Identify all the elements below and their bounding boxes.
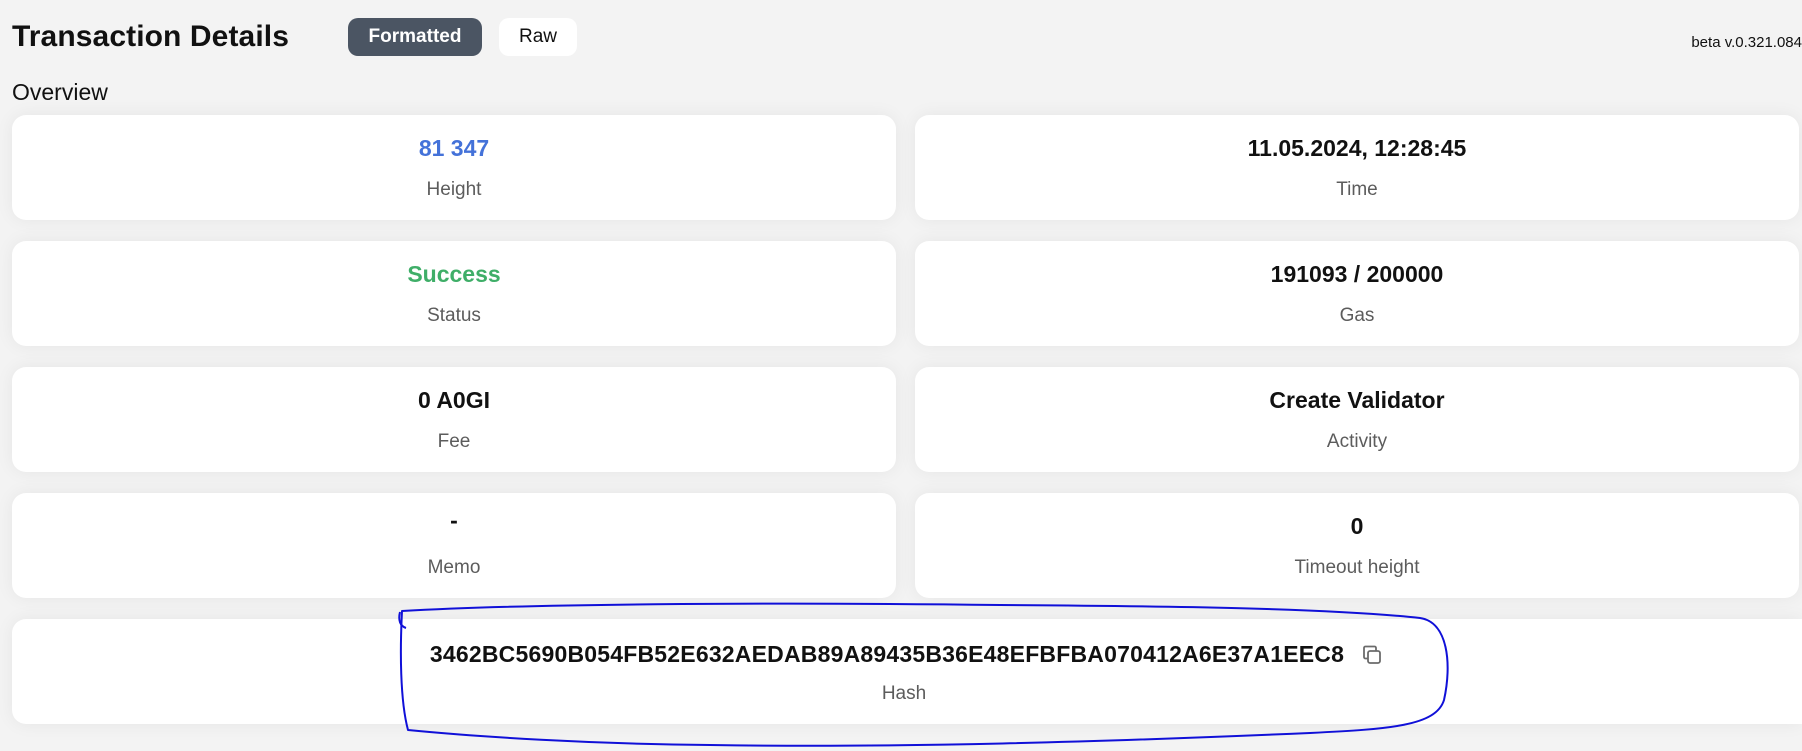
fee-card: 0 A0GI Fee xyxy=(12,367,896,472)
page-header: Transaction Details Formatted Raw beta v… xyxy=(12,12,1802,62)
copy-icon[interactable] xyxy=(1360,643,1384,667)
status-card: Success Status xyxy=(12,241,896,346)
height-card: 81 347 Height xyxy=(12,115,896,220)
height-label: Height xyxy=(426,179,482,200)
page-title: Transaction Details xyxy=(12,20,289,53)
transaction-details-page: Transaction Details Formatted Raw beta v… xyxy=(0,0,1802,751)
gas-value: 191093 / 200000 xyxy=(1270,261,1444,287)
hash-row: 3462BC5690B054FB52E632AEDAB89A89435B36E4… xyxy=(12,641,1802,668)
height-value[interactable]: 81 347 xyxy=(12,135,896,162)
gas-card: 191093 / 200000 Gas xyxy=(915,241,1799,346)
timeout-height-value: 0 xyxy=(1350,513,1364,539)
time-value: 11.05.2024, 12:28:45 xyxy=(1247,135,1467,161)
tab-formatted[interactable]: Formatted xyxy=(348,18,482,56)
activity-card: Create Validator Activity xyxy=(915,367,1799,472)
timeout-height-card: 0 Timeout height xyxy=(915,493,1799,598)
time-card: 11.05.2024, 12:28:45 Time xyxy=(915,115,1799,220)
status-label: Status xyxy=(427,305,481,326)
status-value: Success xyxy=(407,261,501,287)
fee-label: Fee xyxy=(437,431,471,452)
hash-card: 3462BC5690B054FB52E632AEDAB89A89435B36E4… xyxy=(12,619,1802,724)
time-label: Time xyxy=(1336,179,1378,200)
gas-label: Gas xyxy=(1339,305,1375,326)
memo-label: Memo xyxy=(427,557,481,578)
memo-card: - Memo xyxy=(12,493,896,598)
overview-heading: Overview xyxy=(12,79,108,105)
activity-value: Create Validator xyxy=(1269,387,1445,413)
memo-value: - xyxy=(450,507,458,533)
fee-value: 0 A0GI xyxy=(417,387,490,413)
tab-raw[interactable]: Raw xyxy=(499,18,577,56)
activity-label: Activity xyxy=(1326,431,1388,452)
version-label: beta v.0.321.084 xyxy=(1691,34,1802,51)
timeout-height-label: Timeout height xyxy=(1294,557,1420,578)
hash-label: Hash xyxy=(881,683,927,704)
hash-value: 3462BC5690B054FB52E632AEDAB89A89435B36E4… xyxy=(429,641,1345,667)
